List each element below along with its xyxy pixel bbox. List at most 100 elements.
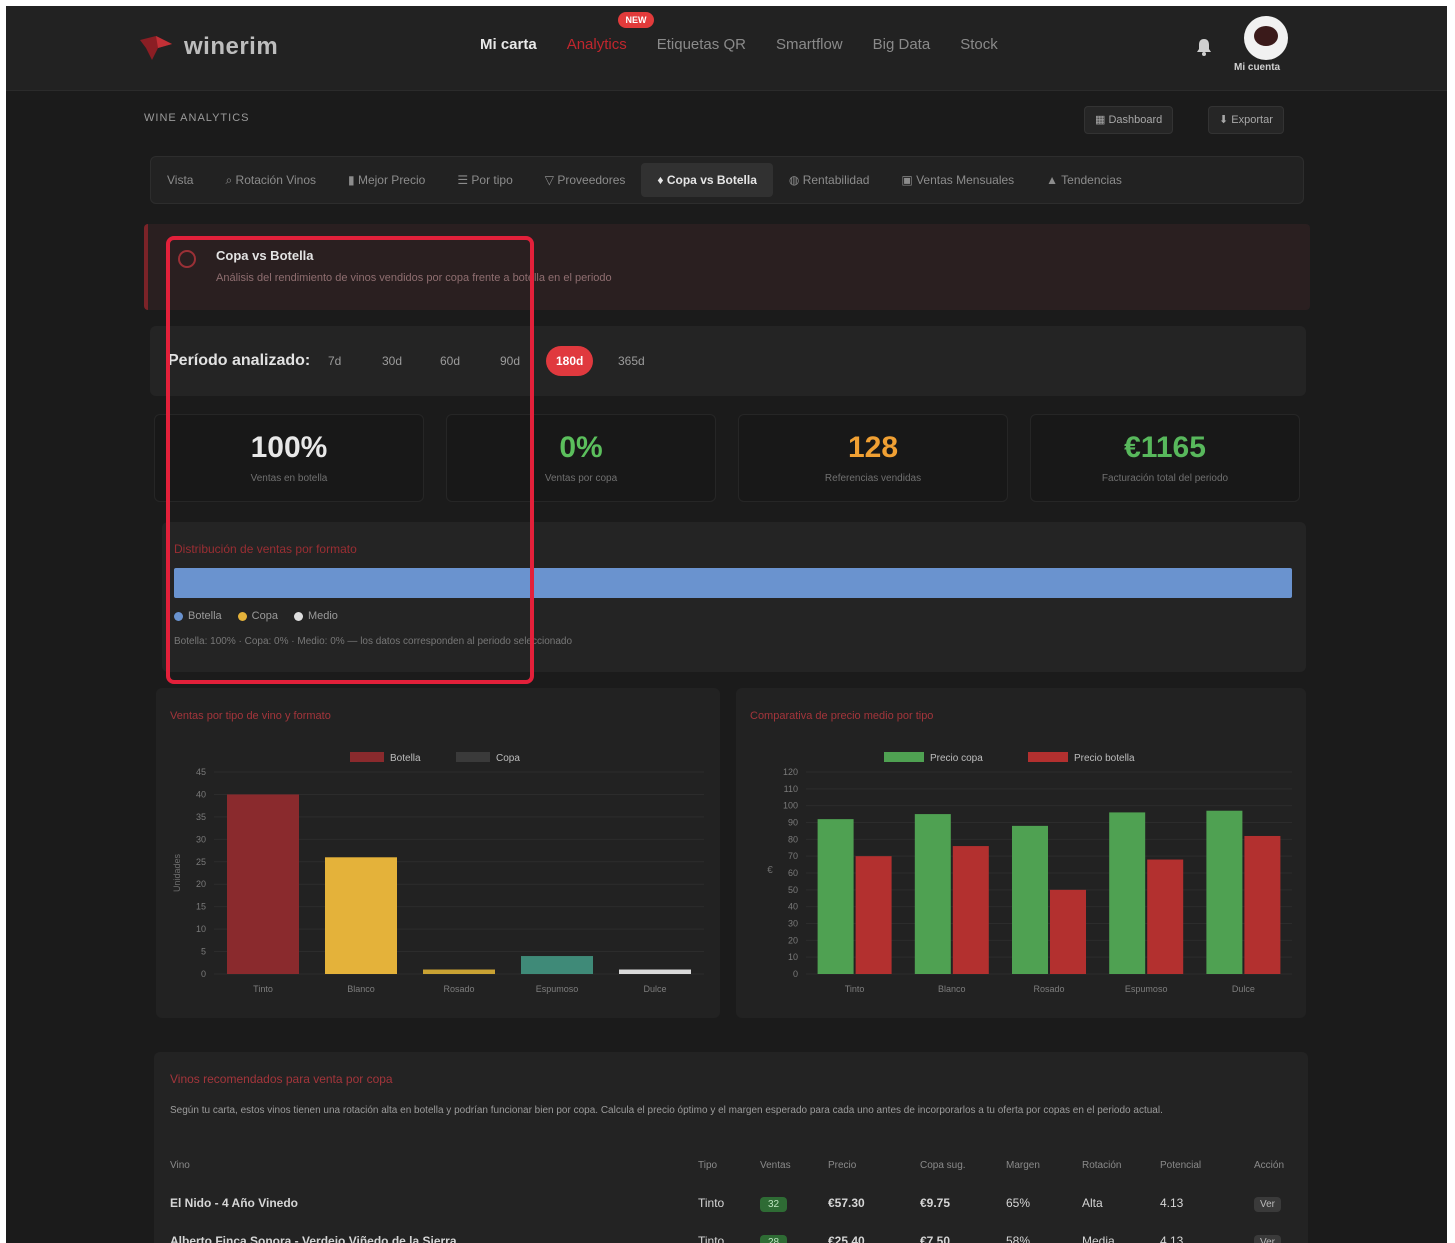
chart-icon: ◍ <box>788 173 803 187</box>
tab-copa-label: Copa vs Botella <box>666 173 757 187</box>
calendar-icon: ▣ <box>901 173 917 187</box>
grid-icon: ▦ <box>1095 114 1109 126</box>
period-option-7d[interactable]: 7d <box>318 346 351 376</box>
nav-item-analytics[interactable]: Analytics <box>567 36 627 53</box>
y-tick-label: 80 <box>788 834 798 844</box>
table-row[interactable]: El Nido - 4 Año Vinedo Tinto 32 €57.30 €9.75… <box>170 1196 1290 1226</box>
period-option-60d[interactable]: 60d <box>430 346 470 376</box>
table-cell: Media <box>1082 1234 1115 1243</box>
view-button[interactable]: Ver <box>1254 1235 1282 1243</box>
table-cell: €7.50 <box>920 1234 951 1243</box>
distribution-bar <box>174 568 1292 598</box>
legend-label: Botella <box>188 610 222 622</box>
nav-item-stock[interactable]: Stock <box>960 36 998 53</box>
tab-rotacion[interactable]: ⌕ Rotación Vinos <box>209 163 332 197</box>
tab-rentabilidad[interactable]: ◍ Rentabilidad <box>773 163 886 197</box>
x-tick-label: Blanco <box>938 984 966 994</box>
tab-proveedores[interactable]: ▽ Proveedores <box>529 163 642 197</box>
recommendations-title: Vinos recomendados para venta por copa <box>170 1072 393 1086</box>
stat-value: €1165 <box>1124 431 1206 464</box>
tab-copa-vs-botella[interactable]: ♦ Copa vs Botella <box>641 163 773 197</box>
user-avatar[interactable] <box>1244 16 1288 60</box>
table-cell: 28 <box>760 1234 788 1243</box>
tab-mejor-precio-label: Mejor Precio <box>357 173 426 187</box>
y-tick-label: 0 <box>201 969 206 979</box>
column-header[interactable]: Ventas <box>760 1160 791 1171</box>
column-header[interactable]: Rotación <box>1082 1160 1121 1171</box>
column-header[interactable]: Acción <box>1254 1160 1284 1171</box>
nav-item-etiquetas-qr[interactable]: Etiquetas QR <box>657 36 746 53</box>
legend-swatch <box>1028 752 1068 762</box>
x-tick-label: Dulce <box>1232 984 1255 994</box>
export-button-label: Exportar <box>1231 114 1273 126</box>
legend-label: Botella <box>390 753 421 764</box>
y-tick-label: 100 <box>783 801 798 811</box>
brand-logo[interactable]: winerim <box>136 32 278 62</box>
alert-title: Copa vs Botella <box>216 248 314 263</box>
sales-badge: 32 <box>760 1197 788 1212</box>
list-icon: ☰ <box>457 173 472 187</box>
period-option-180d[interactable]: 180d <box>546 346 594 376</box>
distribution-legend: Botella Copa Medio <box>174 610 338 622</box>
dashboard-button[interactable]: ▦ Dashboard <box>1084 106 1174 134</box>
account-label[interactable]: Mi cuenta <box>1234 62 1280 73</box>
recommendations-card: Vinos recomendados para venta por copa S… <box>154 1052 1308 1243</box>
table-cell: Alberto Finca Sonora - Verdejo Viñedo de… <box>170 1234 457 1243</box>
nav-item-mi-carta[interactable]: Mi carta <box>480 36 537 53</box>
y-tick-label: 30 <box>196 834 206 844</box>
legend-swatch <box>350 752 384 762</box>
export-button[interactable]: ⬇ Exportar <box>1208 106 1284 134</box>
x-tick-label: Rosado <box>443 984 474 994</box>
sales-badge: 28 <box>760 1235 788 1243</box>
y-tick-label: 45 <box>196 767 206 777</box>
tab-vista[interactable]: Vista <box>151 163 209 197</box>
tab-mejor-precio[interactable]: ▮ Mejor Precio <box>332 163 441 197</box>
brand-name: winerim <box>184 33 279 60</box>
legend-label: Copa <box>496 753 520 764</box>
bottle-icon: ▮ <box>348 173 358 187</box>
info-alert: Copa vs Botella Análisis del rendimiento… <box>144 224 1310 310</box>
column-header[interactable]: Precio <box>828 1160 856 1171</box>
bell-icon[interactable] <box>1196 38 1212 56</box>
y-tick-label: 20 <box>196 879 206 889</box>
column-header[interactable]: Tipo <box>698 1160 717 1171</box>
tab-por-tipo[interactable]: ☰ Por tipo <box>441 163 528 197</box>
top-navbar: winerim Mi carta Analytics Etiquetas QR … <box>6 6 1447 91</box>
distribution-title: Distribución de ventas por formato <box>174 542 357 556</box>
y-axis-label: € <box>767 865 773 876</box>
x-tick-label: Espumoso <box>1125 984 1168 994</box>
chart-right-svg: 0 10 20 30 40 50 60 70 80 90 100 110 120 € Precio copa… <box>767 752 1292 994</box>
tab-ventas-mensuales[interactable]: ▣ Ventas Mensuales <box>885 163 1030 197</box>
y-tick-label: 120 <box>783 767 798 777</box>
table-row[interactable]: Alberto Finca Sonora - Verdejo Viñedo de… <box>170 1234 1290 1243</box>
y-tick-label: 0 <box>793 969 798 979</box>
view-button[interactable]: Ver <box>1254 1197 1282 1212</box>
tab-tendencias[interactable]: ▲ Tendencias <box>1030 163 1138 197</box>
column-header[interactable]: Copa sug. <box>920 1160 966 1171</box>
bar-rosado-copa <box>1012 825 1048 974</box>
period-option-90d[interactable]: 90d <box>490 346 530 376</box>
bar-blanco-botella <box>952 846 989 974</box>
period-option-30d[interactable]: 30d <box>372 346 412 376</box>
nav-item-big-data[interactable]: Big Data <box>873 36 931 53</box>
chart-card-right: Comparativa de precio medio por tipo 0 10… <box>736 688 1306 1018</box>
bar-dulce-botella <box>1244 835 1281 974</box>
period-option-365d[interactable]: 365d <box>608 346 655 376</box>
table-cell: El Nido - 4 Año Vinedo <box>170 1196 299 1210</box>
nav-item-smartflow[interactable]: Smartflow <box>776 36 843 53</box>
period-selector: Período analizado: 7d 30d 60d 90d 180d 3… <box>150 326 1306 396</box>
tab-rentabilidad-label: Rentabilidad <box>802 173 870 187</box>
table-cell: 65% <box>1006 1196 1031 1210</box>
table-cell: €9.75 <box>920 1196 951 1210</box>
bar-rosado-botella <box>1050 889 1086 974</box>
table-cell[interactable]: Ver <box>1254 1234 1282 1243</box>
y-tick-label: 15 <box>196 902 206 912</box>
column-header[interactable]: Potencial <box>1160 1160 1201 1171</box>
legend-label: Precio copa <box>930 753 983 764</box>
table-cell[interactable]: Ver <box>1254 1196 1282 1212</box>
logo-icon <box>140 36 172 60</box>
column-header[interactable]: Margen <box>1006 1160 1040 1171</box>
bar-tinto <box>227 794 299 974</box>
column-header[interactable]: Vino <box>170 1160 190 1171</box>
stat-card-facturacion: €1165 Facturación total del periodo <box>1030 414 1300 502</box>
